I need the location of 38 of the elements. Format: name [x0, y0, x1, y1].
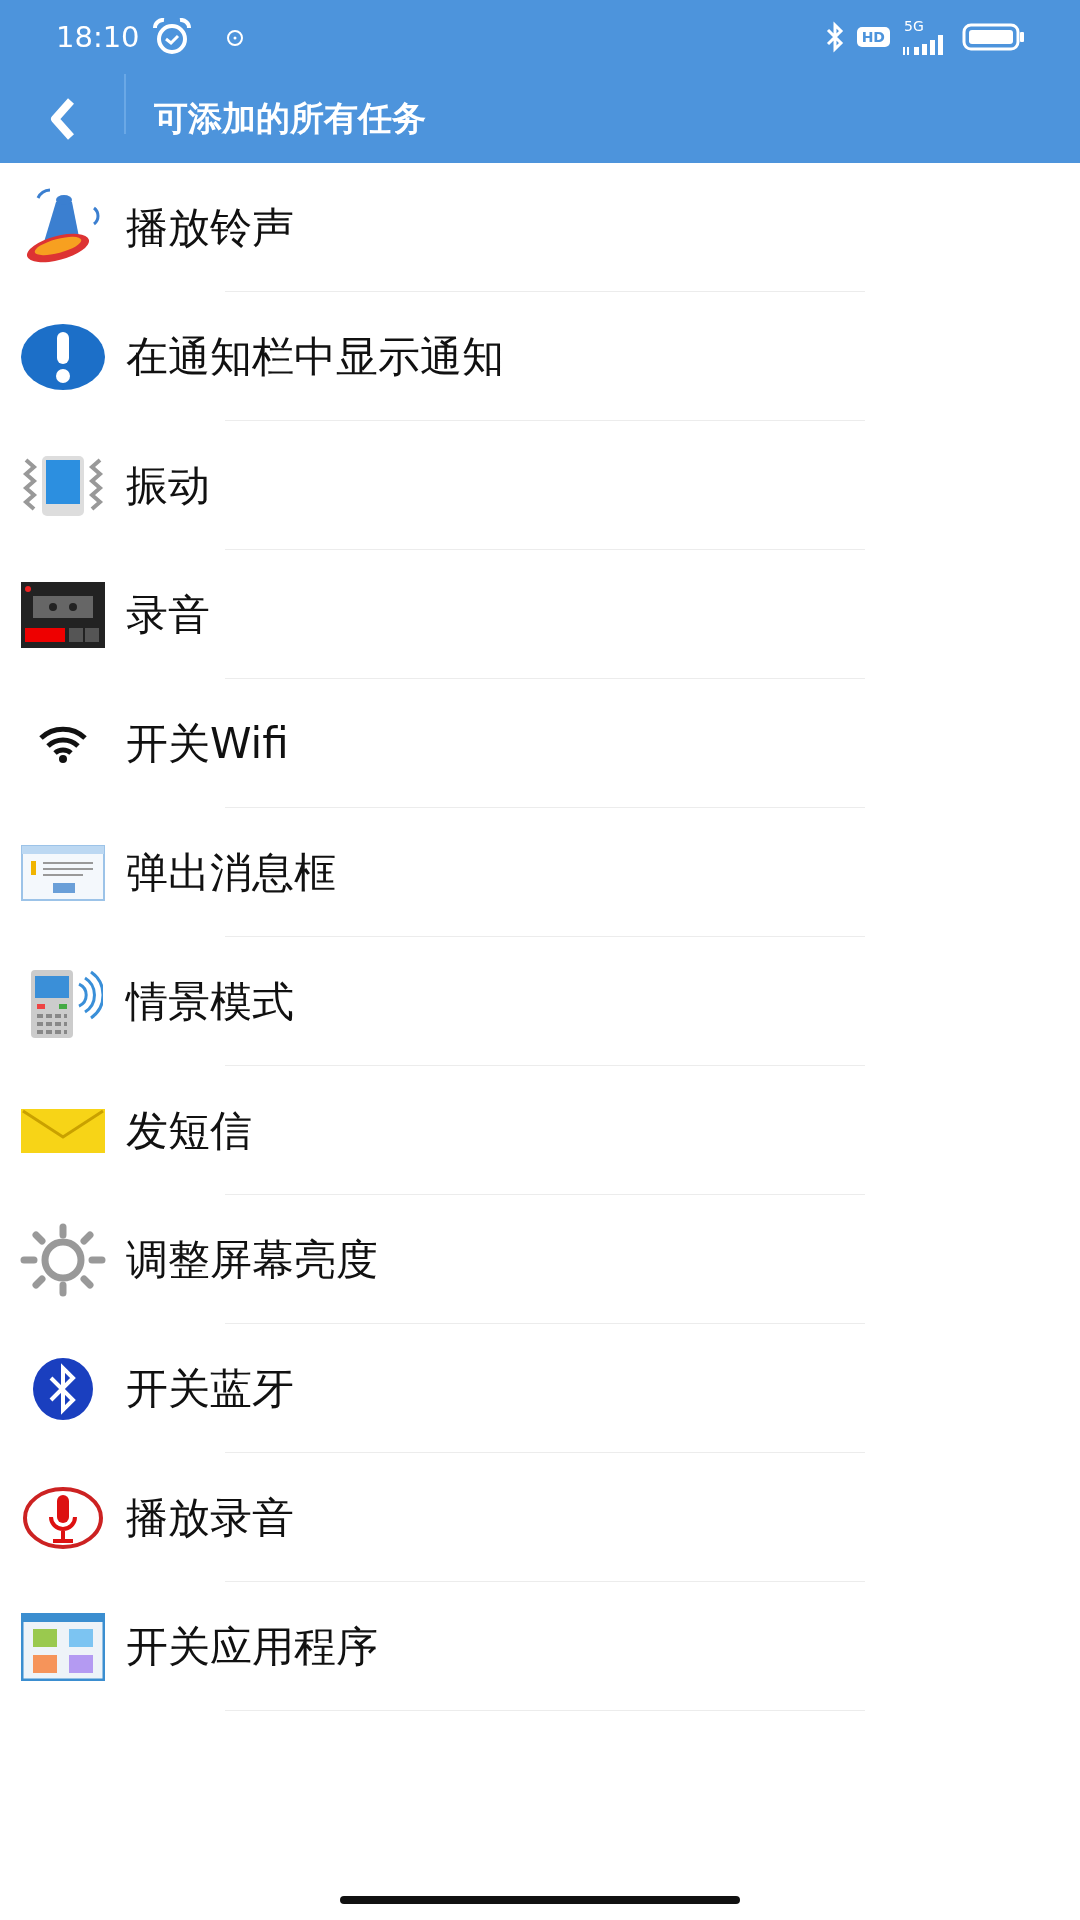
task-label: 调整屏幕亮度 — [126, 1233, 378, 1286]
task-label: 发短信 — [126, 1104, 252, 1157]
task-label: 在通知栏中显示通知 — [126, 330, 504, 383]
exclamation-icon — [20, 321, 106, 392]
task-item[interactable]: 振动 — [0, 421, 1080, 550]
bluetooth-icon — [31, 1355, 95, 1422]
task-item[interactable]: 在通知栏中显示通知 — [0, 292, 1080, 421]
task-item[interactable]: 发短信 — [0, 1066, 1080, 1195]
battery-icon — [962, 22, 1026, 52]
task-item[interactable]: 开关应用程序 — [0, 1582, 1080, 1711]
task-item[interactable]: 情景模式 — [0, 937, 1080, 1066]
task-label: 情景模式 — [126, 975, 294, 1028]
task-label: 播放录音 — [126, 1491, 294, 1544]
task-item[interactable]: 播放铃声 — [0, 163, 1080, 292]
microphone-icon — [23, 1486, 103, 1549]
task-item[interactable]: 录音 — [0, 550, 1080, 679]
task-item[interactable]: 弹出消息框 — [0, 808, 1080, 937]
hd-badge: HD — [856, 27, 890, 47]
task-label: 开关应用程序 — [126, 1620, 378, 1673]
task-label: 开关Wifi — [126, 717, 289, 770]
task-label: 振动 — [126, 459, 210, 512]
message-box-icon — [21, 844, 105, 901]
screen-title: 可添加的所有任务 — [154, 96, 426, 140]
network-type: 5G — [904, 19, 924, 33]
task-label: 弹出消息框 — [126, 846, 336, 899]
task-item[interactable]: 播放录音 — [0, 1453, 1080, 1582]
bluetooth-icon — [824, 21, 845, 53]
task-label: 播放铃声 — [126, 201, 294, 254]
status-time: 18:10 — [56, 20, 140, 54]
task-label: 开关蓝牙 — [126, 1362, 294, 1415]
recorder-icon — [21, 581, 105, 648]
task-item[interactable]: 开关蓝牙 — [0, 1324, 1080, 1453]
envelope-icon — [21, 1108, 105, 1153]
task-item[interactable]: 调整屏幕亮度 — [0, 1195, 1080, 1324]
task-label: 录音 — [126, 588, 210, 641]
app-grid-icon — [21, 1612, 105, 1681]
sun-icon — [20, 1222, 106, 1297]
task-item[interactable]: 开关Wifi — [0, 679, 1080, 808]
